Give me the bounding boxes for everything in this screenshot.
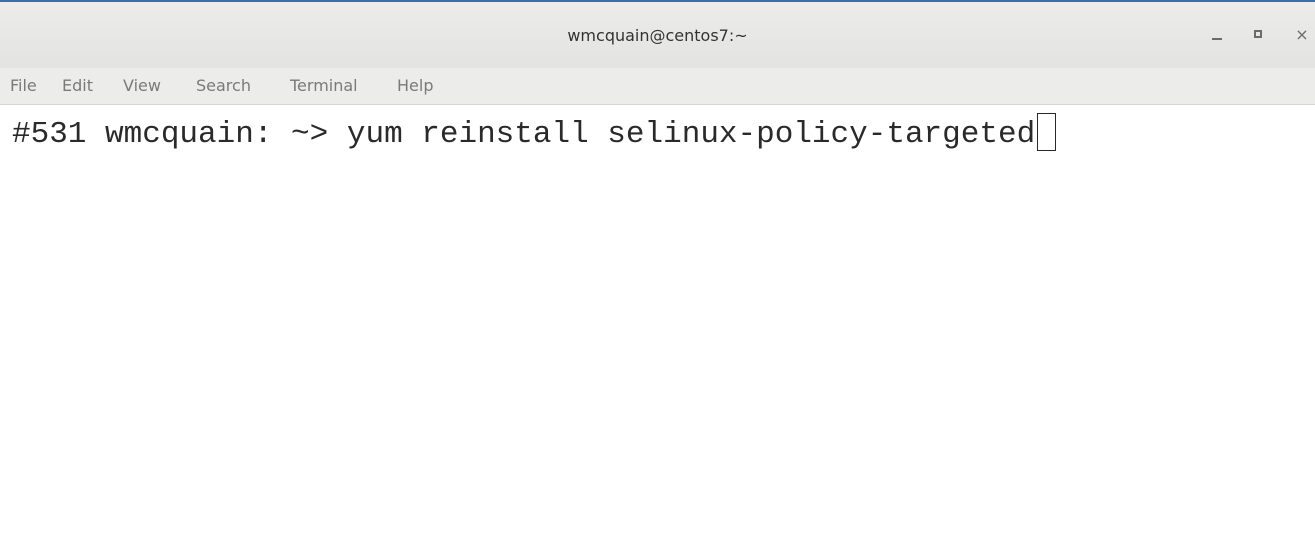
maximize-icon <box>1254 30 1262 38</box>
close-button[interactable]: × <box>1290 22 1314 48</box>
text-cursor <box>1037 113 1057 151</box>
terminal-area[interactable]: #531 wmcquain: ~> yum reinstall selinux-… <box>0 105 1315 549</box>
typed-command: yum reinstall selinux-policy-targeted <box>346 117 1036 152</box>
terminal-window: wmcquain@centos7:~ × File Edit View Sear… <box>0 0 1315 549</box>
menu-help[interactable]: Help <box>397 76 433 95</box>
minimize-icon <box>1212 38 1222 40</box>
minimize-button[interactable] <box>1205 22 1229 48</box>
maximize-button[interactable] <box>1247 22 1271 48</box>
shell-prompt: #531 wmcquain: ~> <box>12 117 347 152</box>
menu-search[interactable]: Search <box>196 76 251 95</box>
menu-file[interactable]: File <box>10 76 37 95</box>
command-line: #531 wmcquain: ~> yum reinstall selinux-… <box>12 113 1057 156</box>
menu-edit[interactable]: Edit <box>62 76 93 95</box>
title-bar[interactable]: wmcquain@centos7:~ × <box>0 0 1315 68</box>
window-title: wmcquain@centos7:~ <box>567 26 748 45</box>
menu-view[interactable]: View <box>123 76 161 95</box>
menu-terminal[interactable]: Terminal <box>290 76 358 95</box>
menu-bar: File Edit View Search Terminal Help <box>0 68 1315 105</box>
close-icon: × <box>1295 25 1309 44</box>
